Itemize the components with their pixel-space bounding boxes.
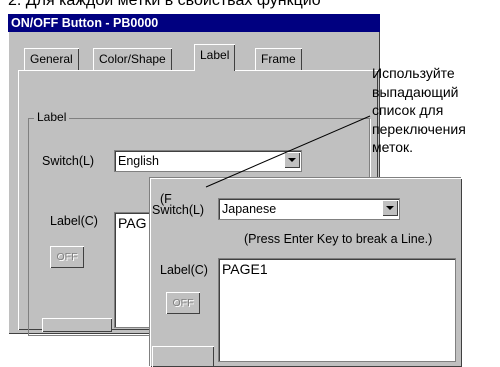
callout-line xyxy=(205,115,371,188)
tab-label[interactable]: Label xyxy=(194,44,236,71)
annotation-text: Используйте выпадающий список для перекл… xyxy=(372,65,466,155)
